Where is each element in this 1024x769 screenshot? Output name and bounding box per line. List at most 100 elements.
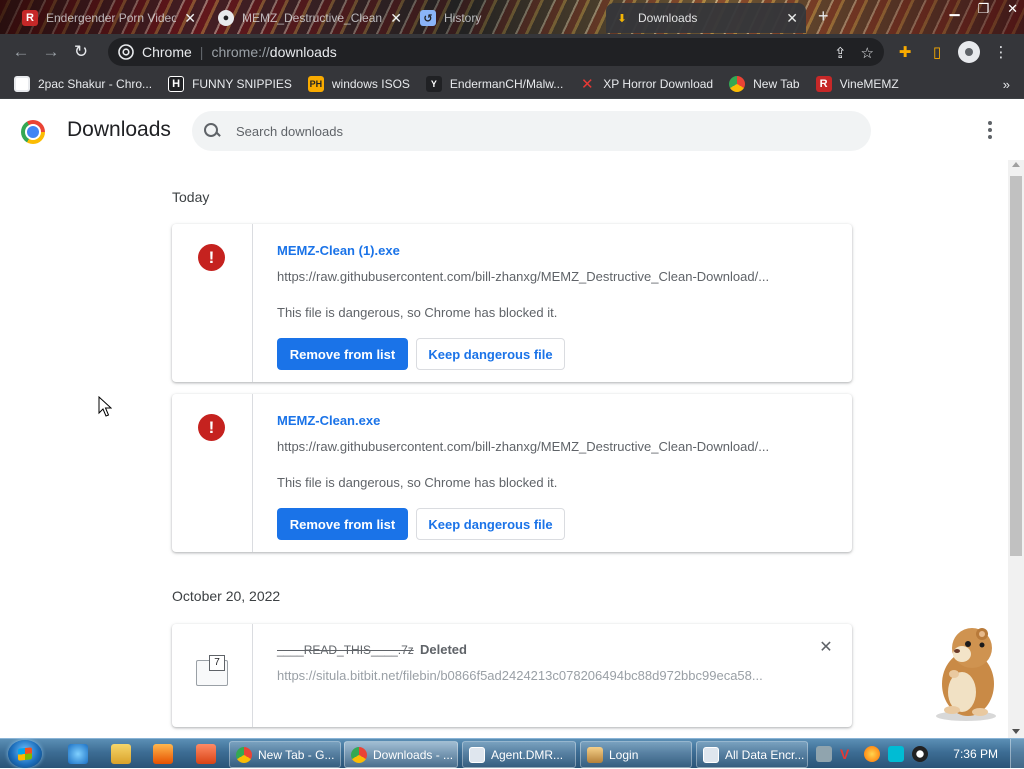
downloads-page: Downloads Today ! MEMZ-Clean (1).exe htt… [0, 100, 1024, 738]
hamster-desktop-pet[interactable] [924, 618, 1008, 722]
keep-dangerous-file-button[interactable]: Keep dangerous file [416, 508, 565, 540]
search-box[interactable] [192, 111, 871, 151]
new-tab-button[interactable]: + [818, 6, 829, 27]
taskbar-item-downloads[interactable]: Downloads - ... [344, 741, 458, 768]
search-tray-icon[interactable] [864, 746, 880, 762]
bookmark-xp-horror[interactable]: ✕ XP Horror Download [579, 76, 713, 93]
scroll-down-arrow-icon[interactable] [1012, 729, 1020, 734]
downloads-header: Downloads [0, 100, 1024, 160]
kebab-menu-icon[interactable]: ⋮ [990, 43, 1012, 61]
bookmark-vinememz[interactable]: R VineMEMZ [815, 76, 899, 92]
more-actions-icon[interactable] [982, 120, 998, 140]
tab-strip: R Endergender Porn Video... ✕ ● MEMZ_Des… [0, 0, 1024, 34]
minimize-icon[interactable]: ▁ [949, 1, 959, 17]
yp-icon: Y [425, 76, 442, 92]
address-bar[interactable]: Chrome | chrome://downloads ⇪ ☆ [108, 38, 884, 66]
window-controls: ▁ ❐ ✕ [949, 0, 1018, 18]
h-icon: H [168, 76, 185, 92]
url-host: downloads [269, 44, 337, 60]
bookmark-label: VineMEMZ [839, 77, 899, 91]
tab-history[interactable]: ↺ History [412, 3, 602, 33]
taskbar-item-new-tab[interactable]: New Tab - G... [229, 741, 341, 768]
remove-from-list-button[interactable]: Remove from list [277, 338, 408, 370]
back-button[interactable]: ← [6, 37, 36, 67]
x-icon: ✕ [580, 76, 594, 93]
file-source-url[interactable]: https://raw.githubusercontent.com/bill-z… [277, 439, 777, 454]
site-label: Chrome [142, 44, 192, 60]
taskbar-item-label: New Tab - G... [258, 747, 335, 762]
reload-button[interactable]: ↻ [66, 37, 96, 67]
close-icon[interactable]: ✕ [390, 10, 402, 27]
search-input[interactable] [236, 123, 836, 139]
taskbar-item-agent-dmr[interactable]: Agent.DMR... [462, 741, 576, 768]
remove-from-list-button[interactable]: Remove from list [277, 508, 408, 540]
file-explorer-icon[interactable] [111, 744, 131, 764]
file-source-url[interactable]: https://raw.githubusercontent.com/bill-z… [277, 269, 777, 284]
share-icon[interactable]: ⇪ [834, 44, 847, 62]
profile-avatar-icon[interactable] [958, 41, 980, 63]
antivirus-icon[interactable]: V [840, 746, 856, 762]
side-panel-icon[interactable]: ▯ [926, 43, 948, 61]
bookmark-2pac[interactable]: 2pac Shakur - Chro... [14, 76, 152, 92]
tray-app-icon[interactable] [888, 746, 904, 762]
taskbar-item-all-data-encr[interactable]: All Data Encr... [696, 741, 808, 768]
taskbar-clock[interactable]: 7:36 PM [953, 747, 998, 761]
taskbar-item-login[interactable]: Login [580, 741, 692, 768]
tab-memz-github[interactable]: ● MEMZ_Destructive_Clean... ✕ [210, 3, 410, 33]
github-icon: ● [218, 10, 234, 26]
reload-icon: ↻ [73, 42, 89, 61]
chrome-icon [729, 76, 746, 92]
r-logo-icon: R [22, 10, 38, 26]
scroll-up-arrow-icon[interactable] [1012, 162, 1020, 167]
chrome-site-icon [118, 44, 134, 60]
scrollbar-thumb[interactable] [1010, 176, 1022, 556]
bookmark-label: EndermanCH/Malw... [449, 77, 564, 91]
media-player-icon[interactable] [153, 744, 173, 764]
extensions-puzzle-icon[interactable]: ✚ [894, 43, 916, 61]
file-source-url[interactable]: https://situla.bitbit.net/filebin/b0866f… [277, 668, 777, 683]
maximize-icon[interactable]: ❐ [977, 1, 989, 17]
chrome-icon [236, 746, 252, 763]
internet-explorer-icon[interactable] [68, 744, 88, 764]
bookmark-label: FUNNY SNIPPIES [192, 77, 292, 91]
mouse-pointer-icon [98, 396, 112, 417]
window-icon [703, 746, 719, 763]
show-desktop-button[interactable] [1010, 739, 1024, 769]
bookmarks-overflow-button[interactable]: » [1003, 77, 1010, 92]
bookmark-funny-snippies[interactable]: H FUNNY SNIPPIES [168, 76, 292, 92]
bookmark-favicon-icon [14, 76, 30, 92]
download-item: ____READ_THIS____.7z Deleted ✕ https://s… [172, 624, 852, 727]
bookmark-new-tab[interactable]: New Tab [729, 76, 800, 92]
item-icon-column: ! [172, 394, 253, 552]
tab-title: History [444, 11, 482, 25]
7z-archive-icon [196, 655, 228, 686]
bookmark-endermanch[interactable]: Y EndermanCH/Malw... [425, 76, 564, 92]
deleted-file-name: ____READ_THIS____.7z [277, 643, 414, 657]
keep-dangerous-file-button[interactable]: Keep dangerous file [416, 338, 565, 370]
taskbar-item-label: Agent.DMR... [491, 747, 564, 762]
download-item: ! MEMZ-Clean.exe https://raw.githubuserc… [172, 394, 852, 552]
volume-icon[interactable] [912, 746, 928, 762]
bookmark-star-icon[interactable]: ☆ [861, 44, 874, 62]
bookmark-label: 2pac Shakur - Chro... [38, 77, 153, 91]
download-item: ! MEMZ-Clean (1).exe https://raw.githubu… [172, 224, 852, 382]
close-icon[interactable]: ✕ [184, 10, 196, 27]
taskbar-item-label: Login [609, 747, 639, 762]
remove-item-close-icon[interactable]: ✕ [818, 640, 834, 656]
bookmark-windows-isos[interactable]: PH windows ISOS [307, 76, 410, 92]
file-name-link[interactable]: MEMZ-Clean (1).exe [277, 243, 400, 258]
tab-endergender[interactable]: R Endergender Porn Video... ✕ [14, 3, 204, 33]
page-scrollbar[interactable] [1008, 160, 1024, 738]
close-icon[interactable]: ✕ [786, 10, 798, 27]
r-logo-icon: R [815, 76, 832, 92]
ph-icon: PH [307, 76, 324, 92]
toolbar-actions: ✚ ▯ ⋮ [894, 34, 1024, 70]
start-button[interactable] [8, 740, 42, 768]
forward-button[interactable]: → [36, 37, 66, 67]
back-arrow-icon: ← [12, 42, 30, 61]
close-window-icon[interactable]: ✕ [1007, 1, 1018, 17]
tab-downloads[interactable]: ⬇ Downloads ✕ [606, 3, 806, 33]
file-name-link[interactable]: MEMZ-Clean.exe [277, 413, 380, 428]
pinned-app-icon[interactable] [196, 744, 216, 764]
network-icon[interactable] [816, 746, 832, 762]
